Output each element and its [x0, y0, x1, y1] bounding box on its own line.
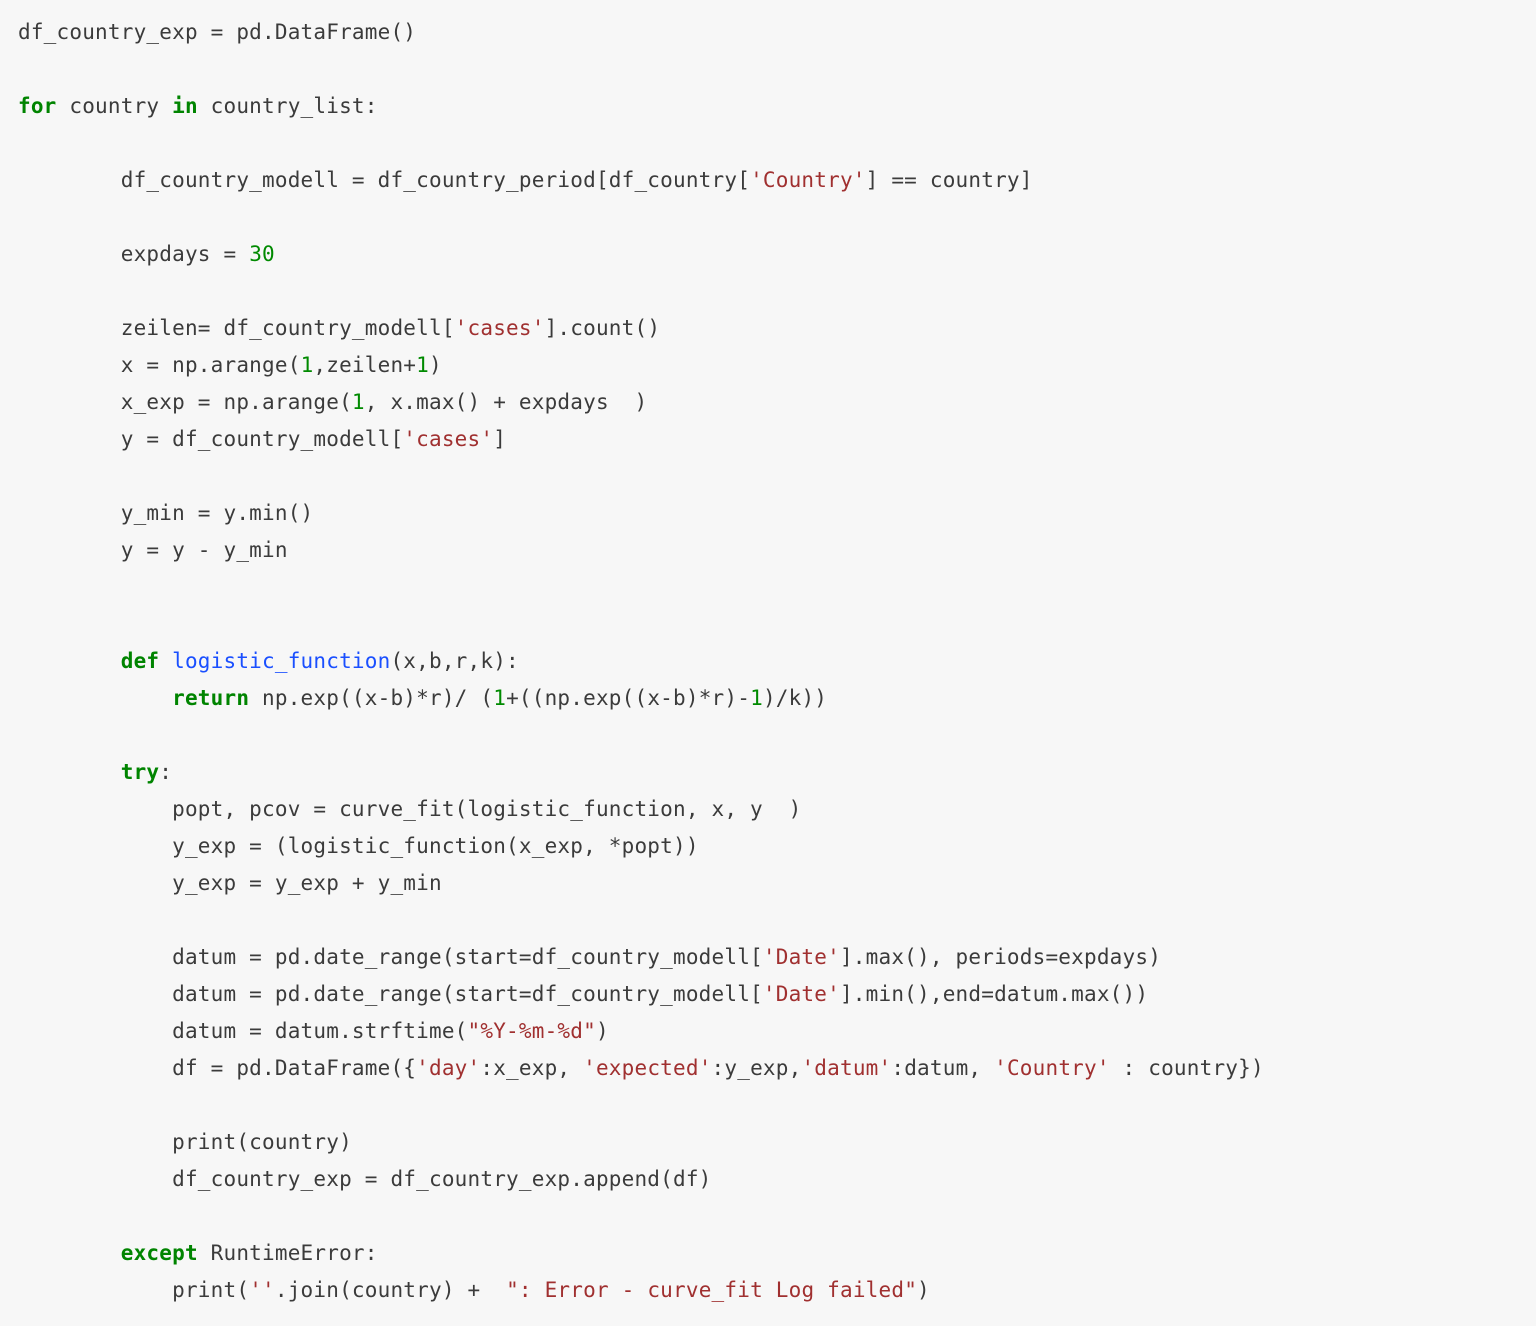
string-literal: 'Country' — [750, 168, 866, 192]
code-line: print(country) — [18, 1130, 352, 1154]
code-text — [159, 649, 172, 673]
code-line: y_min = y.min() — [18, 501, 313, 525]
code-text: )/k)) — [763, 686, 827, 710]
code-text: (x,b,r,k): — [390, 649, 518, 673]
code-line: df_country_exp = pd.DataFrame() — [18, 20, 416, 44]
number-literal: 1 — [301, 353, 314, 377]
code-text: df_country_modell = df_country_period[df… — [18, 168, 750, 192]
code-text: :x_exp, — [480, 1056, 583, 1080]
code-text: :datum, — [891, 1056, 994, 1080]
string-literal: "%Y-%m-%d" — [468, 1019, 596, 1043]
code-line: y = y - y_min — [18, 538, 288, 562]
code-text: ].min(),end=datum.max()) — [840, 982, 1148, 1006]
code-line — [18, 723, 121, 747]
code-text: ].max(), periods=expdays) — [840, 945, 1161, 969]
function-name: logistic_function — [172, 649, 390, 673]
number-literal: 1 — [416, 353, 429, 377]
code-text: ) — [917, 1278, 930, 1302]
code-line: y_exp = y_exp + y_min — [18, 871, 442, 895]
keyword-return: return — [172, 686, 249, 710]
code-text: country_list: — [198, 94, 378, 118]
code-text — [18, 1241, 121, 1265]
code-text: y = df_country_modell[ — [18, 427, 403, 451]
keyword-def: def — [121, 649, 160, 673]
keyword-for: for — [18, 94, 57, 118]
code-text — [18, 760, 121, 784]
code-text: .join(country) + — [275, 1278, 506, 1302]
string-literal: '' — [249, 1278, 275, 1302]
string-literal: 'Date' — [763, 945, 840, 969]
code-text: datum = pd.date_range(start=df_country_m… — [18, 945, 763, 969]
code-block: df_country_exp = pd.DataFrame() for coun… — [0, 0, 1536, 1326]
code-text: datum = pd.date_range(start=df_country_m… — [18, 982, 763, 1006]
string-literal: 'expected' — [583, 1056, 711, 1080]
number-literal: 1 — [352, 390, 365, 414]
code-text: datum = datum.strftime( — [18, 1019, 468, 1043]
number-literal: 1 — [493, 686, 506, 710]
string-literal: ": Error - curve_fit Log failed" — [506, 1278, 917, 1302]
number-literal: 30 — [249, 242, 275, 266]
code-text: df = pd.DataFrame({ — [18, 1056, 416, 1080]
code-text: x_exp = np.arange( — [18, 390, 352, 414]
code-text: country — [57, 94, 173, 118]
string-literal: 'Date' — [763, 982, 840, 1006]
keyword-in: in — [172, 94, 198, 118]
code-line: df_country_exp = df_country_exp.append(d… — [18, 1167, 712, 1191]
string-literal: 'datum' — [801, 1056, 891, 1080]
string-literal: 'Country' — [994, 1056, 1110, 1080]
code-text — [18, 686, 172, 710]
code-text — [18, 649, 121, 673]
code-text: ,zeilen+ — [313, 353, 416, 377]
code-text: ] — [493, 427, 506, 451]
keyword-except: except — [121, 1241, 198, 1265]
keyword-try: try — [121, 760, 160, 784]
code-line: popt, pcov = curve_fit(logistic_function… — [18, 797, 801, 821]
string-literal: 'day' — [416, 1056, 480, 1080]
code-text: : — [159, 760, 172, 784]
code-text: ] == country] — [866, 168, 1033, 192]
code-text: zeilen= df_country_modell[ — [18, 316, 455, 340]
code-text: np.exp((x-b)*r)/ ( — [249, 686, 493, 710]
code-line: y_exp = (logistic_function(x_exp, *popt)… — [18, 834, 699, 858]
number-literal: 1 — [750, 686, 763, 710]
code-text: RuntimeError: — [198, 1241, 378, 1265]
code-text: , x.max() + expdays ) — [365, 390, 648, 414]
code-text: +((np.exp((x-b)*r)- — [506, 686, 750, 710]
code-text: : country}) — [1110, 1056, 1264, 1080]
string-literal: 'cases' — [455, 316, 545, 340]
code-text: expdays = — [18, 242, 249, 266]
code-text: :y_exp, — [712, 1056, 802, 1080]
string-literal: 'cases' — [403, 427, 493, 451]
code-text: print( — [18, 1278, 249, 1302]
code-text: ) — [429, 353, 442, 377]
code-text: ].count() — [545, 316, 661, 340]
code-text: x = np.arange( — [18, 353, 301, 377]
code-text: ) — [596, 1019, 609, 1043]
